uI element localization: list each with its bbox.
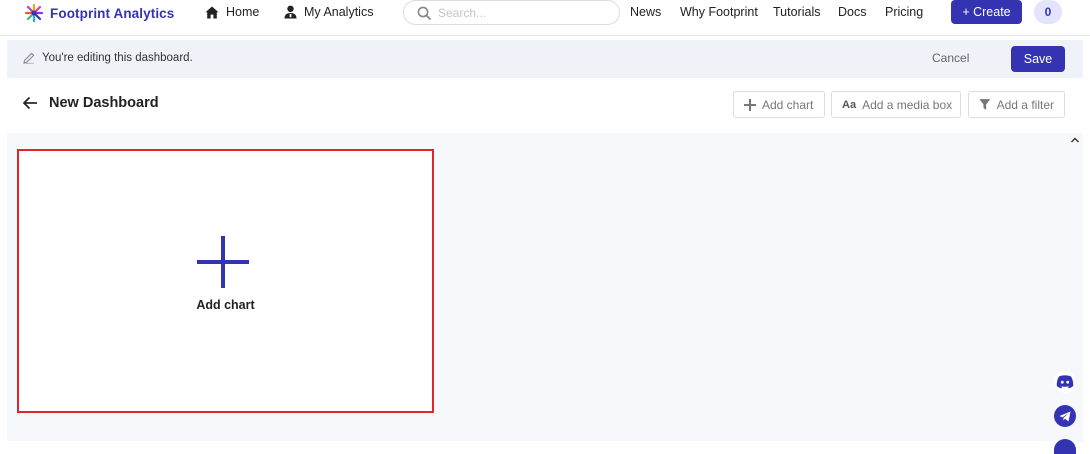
nav-news[interactable]: News — [630, 4, 661, 20]
nav-home-label: Home — [226, 5, 260, 19]
nav-my-analytics-label: My Analytics — [304, 5, 374, 19]
search-icon — [417, 6, 431, 20]
add-chart-button[interactable]: Add chart — [733, 91, 825, 118]
edit-mode-message: You're editing this dashboard. — [23, 52, 193, 64]
notification-count-badge[interactable]: 0 — [1034, 0, 1062, 24]
add-filter-button[interactable]: Add a filter — [968, 91, 1065, 118]
add-filter-label: Add a filter — [996, 97, 1054, 112]
user-icon — [284, 5, 297, 19]
plus-icon — [744, 98, 756, 111]
pencil-icon — [23, 52, 35, 64]
nav-tutorials[interactable]: Tutorials — [773, 4, 820, 20]
plus-icon — [197, 236, 249, 288]
back-arrow-icon[interactable] — [22, 95, 38, 111]
brand-logo[interactable]: Footprint Analytics — [24, 2, 174, 24]
discord-link[interactable] — [1054, 371, 1076, 393]
footprint-logo-icon — [24, 3, 44, 23]
add-media-label: Add a media box — [862, 97, 953, 112]
nav-why-footprint[interactable]: Why Footprint — [680, 4, 758, 20]
filter-icon — [979, 99, 991, 110]
cancel-button[interactable]: Cancel — [932, 51, 969, 65]
create-button[interactable]: + Create — [951, 0, 1022, 24]
telegram-icon — [1059, 411, 1071, 421]
add-chart-card-label: Add chart — [196, 298, 255, 312]
text-format-icon: Aa — [842, 98, 857, 111]
nav-docs[interactable]: Docs — [838, 4, 866, 20]
nav-my-analytics[interactable]: My Analytics — [284, 4, 373, 20]
top-navbar: Footprint Analytics Home My Analytics Ne… — [0, 0, 1090, 36]
home-icon — [205, 6, 219, 18]
edit-mode-text: You're editing this dashboard. — [42, 52, 193, 64]
scroll-up-icon[interactable] — [1069, 134, 1081, 146]
save-button[interactable]: Save — [1011, 46, 1065, 72]
telegram-link[interactable] — [1054, 405, 1076, 427]
nav-home[interactable]: Home — [205, 4, 259, 20]
nav-pricing[interactable]: Pricing — [885, 4, 923, 20]
edit-mode-bar: You're editing this dashboard. Cancel Sa… — [7, 40, 1083, 78]
discord-icon — [1056, 375, 1074, 389]
add-media-box-button[interactable]: Aa Add a media box — [831, 91, 961, 118]
search-input[interactable] — [438, 5, 598, 20]
dashboard-title[interactable]: New Dashboard — [49, 95, 159, 111]
more-link[interactable] — [1054, 439, 1076, 454]
brand-name: Footprint Analytics — [50, 5, 175, 21]
add-chart-label: Add chart — [762, 97, 814, 112]
search-box[interactable] — [403, 0, 620, 25]
add-chart-card[interactable]: Add chart — [17, 149, 434, 413]
